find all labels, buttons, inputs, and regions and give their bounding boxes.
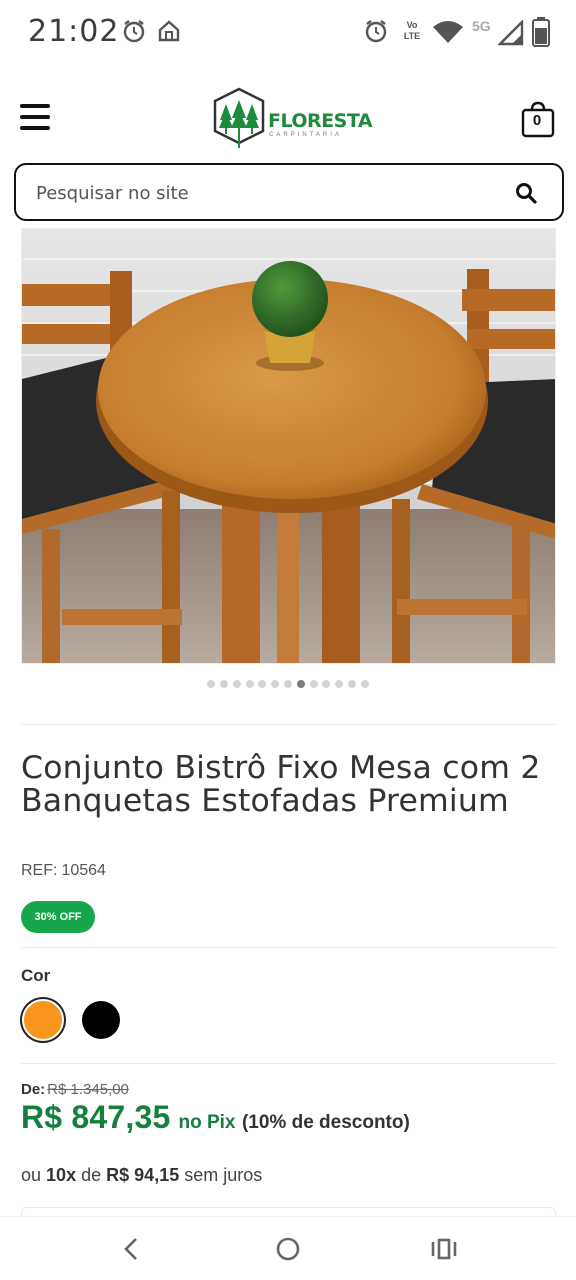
logo-icon (213, 87, 265, 148)
logo-subtext: CARPINTARIA (269, 132, 342, 138)
network-type: 5G (472, 18, 491, 34)
old-price-value: R$ 1.345,00 (47, 1081, 129, 1098)
ref-label: REF: (21, 862, 58, 879)
carousel-dots (0, 680, 576, 692)
menu-icon-bar (20, 115, 50, 119)
status-time: 21:02 (28, 14, 120, 49)
cart-count: 0 (532, 112, 542, 129)
color-swatch-black[interactable] (82, 1001, 120, 1039)
back-icon[interactable] (112, 1233, 152, 1265)
menu-button[interactable] (20, 104, 52, 132)
home-button-icon[interactable] (268, 1233, 308, 1265)
installments-value: R$ 94,15 (106, 1165, 180, 1185)
home-icon (158, 20, 180, 42)
installments-de: de (81, 1165, 102, 1185)
discount-badge: 30% OFF (21, 901, 95, 933)
carousel-dot[interactable] (258, 680, 267, 688)
site-header: FLORESTA CARPINTARIA 0 (0, 80, 576, 160)
site-logo[interactable]: FLORESTA CARPINTARIA (210, 86, 373, 152)
pix-discount: (10% de desconto) (241, 1112, 410, 1133)
price-row: R$ 847,35 no Pix (10% de desconto) (21, 1099, 410, 1136)
product-photo (22, 229, 555, 663)
search-icon[interactable] (514, 181, 538, 205)
menu-icon (20, 104, 50, 108)
old-price: De: R$ 1.345,00 (21, 1081, 129, 1098)
divider (21, 1063, 556, 1064)
wifi-icon (433, 21, 463, 43)
product-title: Conjunto Bistrô Fixo Mesa com 2 Banqueta… (21, 750, 541, 819)
divider (21, 947, 556, 948)
installments: ou 10x de R$ 94,15 sem juros (21, 1165, 262, 1186)
product-ref: REF: 10564 (21, 862, 106, 880)
pix-label: no Pix (178, 1112, 236, 1133)
battery-icon (532, 17, 550, 47)
carousel-dot[interactable] (309, 680, 318, 688)
carousel-dot[interactable] (296, 680, 305, 688)
installments-prefix: ou (21, 1165, 42, 1185)
alarm-icon (123, 20, 145, 43)
installments-suffix: sem juros (184, 1165, 263, 1185)
alarm-icon (365, 20, 387, 43)
carousel-dot[interactable] (207, 680, 216, 688)
carousel-dot[interactable] (322, 680, 331, 688)
status-bar: 21:02 Vo LTE 5G (0, 0, 576, 66)
installments-count: 10x (46, 1165, 77, 1185)
ref-value: 10564 (61, 862, 106, 879)
carousel-dot[interactable] (347, 680, 356, 688)
price: R$ 847,35 (21, 1099, 171, 1135)
product-image[interactable] (21, 228, 556, 664)
logo-text: FLORESTA (268, 110, 373, 132)
search-bar (14, 163, 564, 221)
old-price-label: De: (21, 1081, 46, 1098)
divider (21, 724, 556, 725)
color-swatch-orange[interactable] (22, 999, 64, 1041)
carousel-dot[interactable] (271, 680, 280, 688)
carousel-dot[interactable] (284, 680, 292, 688)
carousel-dot[interactable] (232, 680, 241, 688)
carousel-dot[interactable] (220, 680, 229, 688)
color-label: Cor (21, 966, 51, 985)
recents-icon[interactable] (424, 1233, 464, 1265)
system-nav-bar (0, 1216, 576, 1280)
carousel-dot[interactable] (245, 680, 254, 688)
signal-icon (498, 20, 524, 46)
search-input[interactable] (36, 177, 496, 209)
carousel-dot[interactable] (335, 680, 344, 688)
volte-icon: Vo LTE (403, 20, 421, 41)
cart-button[interactable]: 0 (520, 100, 556, 138)
menu-icon-bar (20, 126, 50, 130)
carousel-dot[interactable] (360, 680, 369, 688)
